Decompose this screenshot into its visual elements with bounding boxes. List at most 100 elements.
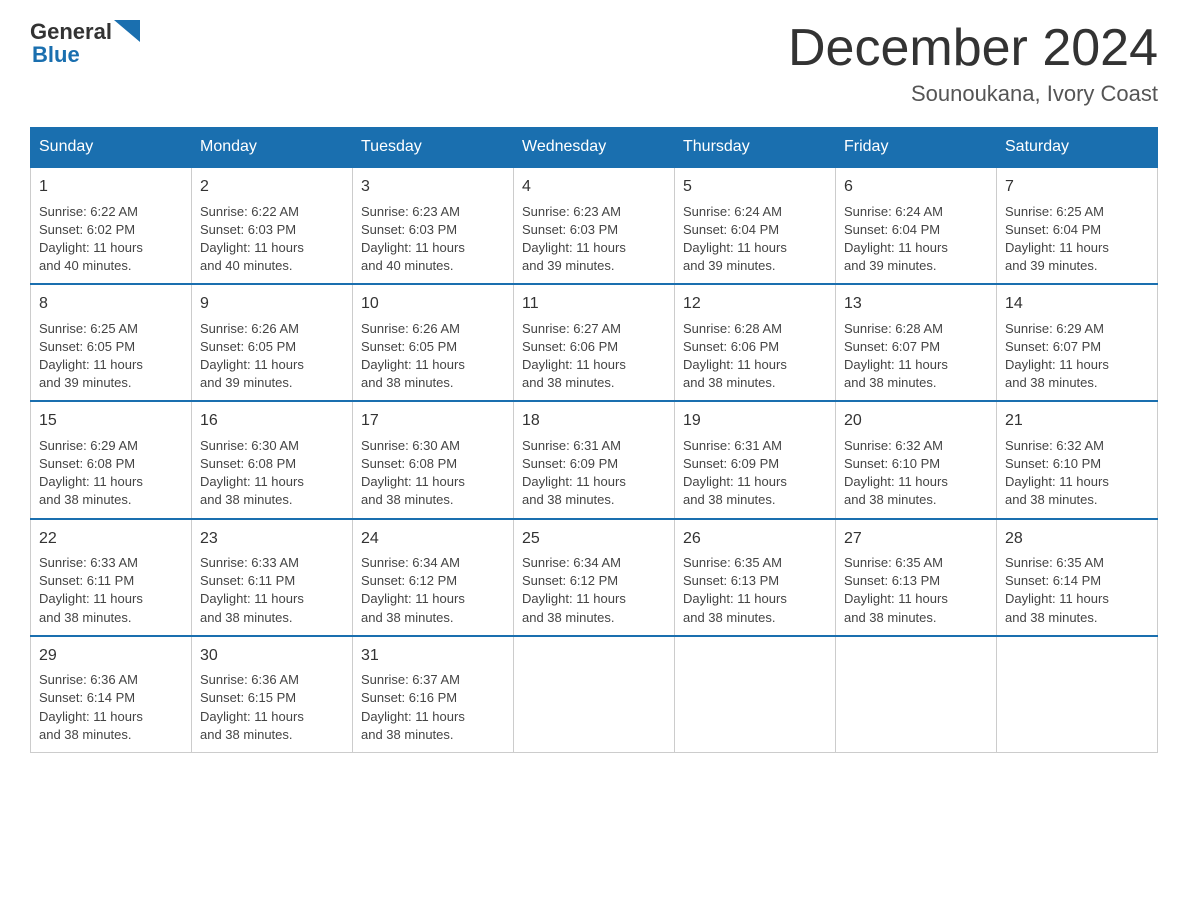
col-sunday: Sunday <box>31 128 192 168</box>
day-number: 17 <box>361 410 505 432</box>
calendar-header-row: Sunday Monday Tuesday Wednesday Thursday… <box>31 128 1158 168</box>
day-number: 4 <box>522 176 666 198</box>
day-number: 26 <box>683 528 827 550</box>
day-number: 8 <box>39 293 183 315</box>
table-row: 30 Sunrise: 6:36 AM Sunset: 6:15 PM Dayli… <box>192 636 353 753</box>
day-info: Sunrise: 6:22 AM Sunset: 6:02 PM Dayligh… <box>39 203 183 276</box>
day-info: Sunrise: 6:32 AM Sunset: 6:10 PM Dayligh… <box>1005 437 1149 510</box>
table-row: 4 Sunrise: 6:23 AM Sunset: 6:03 PM Daylig… <box>514 167 675 284</box>
day-info: Sunrise: 6:25 AM Sunset: 6:04 PM Dayligh… <box>1005 203 1149 276</box>
table-row: 6Sunrise: 6:24 AM Sunset: 6:04 PM Daylig… <box>836 167 997 284</box>
day-info: Sunrise: 6:26 AM Sunset: 6:05 PM Dayligh… <box>361 320 505 393</box>
day-info: Sunrise: 6:28 AM Sunset: 6:06 PM Dayligh… <box>683 320 827 393</box>
calendar-week-row: 29Sunrise: 6:36 AM Sunset: 6:14 PM Dayli… <box>31 636 1158 753</box>
title-block: December 2024 Sounoukana, Ivory Coast <box>788 20 1158 107</box>
day-info: Sunrise: 6:33 AM Sunset: 6:11 PM Dayligh… <box>200 554 344 627</box>
page-header: General Blue December 2024 Sounoukana, I… <box>30 20 1158 107</box>
day-number: 30 <box>200 645 344 667</box>
day-info: Sunrise: 6:23 AM Sunset: 6:03 PM Dayligh… <box>522 203 666 276</box>
day-number: 10 <box>361 293 505 315</box>
col-saturday: Saturday <box>997 128 1158 168</box>
day-number: 20 <box>844 410 988 432</box>
table-row <box>836 636 997 753</box>
table-row: 24 Sunrise: 6:34 AM Sunset: 6:12 PM Dayli… <box>353 519 514 636</box>
day-number: 9 <box>200 293 344 315</box>
table-row: 31Sunrise: 6:37 AM Sunset: 6:16 PM Dayli… <box>353 636 514 753</box>
day-info: Sunrise: 6:24 AM Sunset: 6:04 PM Dayligh… <box>683 203 827 276</box>
location: Sounoukana, Ivory Coast <box>788 81 1158 107</box>
calendar-week-row: 22 Sunrise: 6:33 AM Sunset: 6:11 PM Dayli… <box>31 519 1158 636</box>
col-thursday: Thursday <box>675 128 836 168</box>
table-row: 2Sunrise: 6:22 AM Sunset: 6:03 PM Daylig… <box>192 167 353 284</box>
day-info: Sunrise: 6:24 AM Sunset: 6:04 PM Dayligh… <box>844 203 988 276</box>
day-number: 21 <box>1005 410 1149 432</box>
day-info: Sunrise: 6:32 AM Sunset: 6:10 PM Dayligh… <box>844 437 988 510</box>
table-row: 27 Sunrise: 6:35 AM Sunset: 6:13 PM Dayli… <box>836 519 997 636</box>
day-info: Sunrise: 6:31 AM Sunset: 6:09 PM Dayligh… <box>683 437 827 510</box>
day-info: Sunrise: 6:29 AM Sunset: 6:07 PM Dayligh… <box>1005 320 1149 393</box>
day-info: Sunrise: 6:30 AM Sunset: 6:08 PM Dayligh… <box>200 437 344 510</box>
day-number: 7 <box>1005 176 1149 198</box>
table-row: 8Sunrise: 6:25 AM Sunset: 6:05 PM Daylig… <box>31 284 192 401</box>
table-row: 25 Sunrise: 6:34 AM Sunset: 6:12 PM Dayli… <box>514 519 675 636</box>
table-row: 18Sunrise: 6:31 AM Sunset: 6:09 PM Dayli… <box>514 401 675 518</box>
col-monday: Monday <box>192 128 353 168</box>
calendar-week-row: 1 Sunrise: 6:22 AM Sunset: 6:02 PM Daylig… <box>31 167 1158 284</box>
table-row: 11 Sunrise: 6:27 AM Sunset: 6:06 PM Dayli… <box>514 284 675 401</box>
logo-text-blue: Blue <box>32 44 140 66</box>
table-row: 3Sunrise: 6:23 AM Sunset: 6:03 PM Daylig… <box>353 167 514 284</box>
table-row <box>514 636 675 753</box>
table-row: 21 Sunrise: 6:32 AM Sunset: 6:10 PM Dayli… <box>997 401 1158 518</box>
day-number: 11 <box>522 293 666 315</box>
day-number: 27 <box>844 528 988 550</box>
day-info: Sunrise: 6:33 AM Sunset: 6:11 PM Dayligh… <box>39 554 183 627</box>
day-number: 1 <box>39 176 183 198</box>
day-info: Sunrise: 6:27 AM Sunset: 6:06 PM Dayligh… <box>522 320 666 393</box>
table-row: 16 Sunrise: 6:30 AM Sunset: 6:08 PM Dayli… <box>192 401 353 518</box>
day-info: Sunrise: 6:34 AM Sunset: 6:12 PM Dayligh… <box>522 554 666 627</box>
day-info: Sunrise: 6:35 AM Sunset: 6:13 PM Dayligh… <box>683 554 827 627</box>
day-number: 16 <box>200 410 344 432</box>
day-info: Sunrise: 6:30 AM Sunset: 6:08 PM Dayligh… <box>361 437 505 510</box>
col-tuesday: Tuesday <box>353 128 514 168</box>
month-title: December 2024 <box>788 20 1158 77</box>
col-wednesday: Wednesday <box>514 128 675 168</box>
table-row: 9 Sunrise: 6:26 AM Sunset: 6:05 PM Daylig… <box>192 284 353 401</box>
day-number: 31 <box>361 645 505 667</box>
day-info: Sunrise: 6:28 AM Sunset: 6:07 PM Dayligh… <box>844 320 988 393</box>
table-row: 28Sunrise: 6:35 AM Sunset: 6:14 PM Dayli… <box>997 519 1158 636</box>
table-row: 13 Sunrise: 6:28 AM Sunset: 6:07 PM Dayli… <box>836 284 997 401</box>
table-row: 7 Sunrise: 6:25 AM Sunset: 6:04 PM Daylig… <box>997 167 1158 284</box>
day-info: Sunrise: 6:26 AM Sunset: 6:05 PM Dayligh… <box>200 320 344 393</box>
day-number: 13 <box>844 293 988 315</box>
logo-triangle-icon <box>114 20 140 42</box>
day-number: 5 <box>683 176 827 198</box>
table-row: 19 Sunrise: 6:31 AM Sunset: 6:09 PM Dayli… <box>675 401 836 518</box>
table-row: 29Sunrise: 6:36 AM Sunset: 6:14 PM Dayli… <box>31 636 192 753</box>
day-info: Sunrise: 6:35 AM Sunset: 6:13 PM Dayligh… <box>844 554 988 627</box>
day-number: 24 <box>361 528 505 550</box>
table-row: 1 Sunrise: 6:22 AM Sunset: 6:02 PM Daylig… <box>31 167 192 284</box>
calendar-table: Sunday Monday Tuesday Wednesday Thursday… <box>30 127 1158 753</box>
table-row: 17 Sunrise: 6:30 AM Sunset: 6:08 PM Dayli… <box>353 401 514 518</box>
day-number: 15 <box>39 410 183 432</box>
day-info: Sunrise: 6:35 AM Sunset: 6:14 PM Dayligh… <box>1005 554 1149 627</box>
day-number: 22 <box>39 528 183 550</box>
day-number: 18 <box>522 410 666 432</box>
day-number: 19 <box>683 410 827 432</box>
table-row: 10 Sunrise: 6:26 AM Sunset: 6:05 PM Dayli… <box>353 284 514 401</box>
table-row: 5 Sunrise: 6:24 AM Sunset: 6:04 PM Daylig… <box>675 167 836 284</box>
day-number: 12 <box>683 293 827 315</box>
col-friday: Friday <box>836 128 997 168</box>
day-number: 25 <box>522 528 666 550</box>
table-row: 20 Sunrise: 6:32 AM Sunset: 6:10 PM Dayli… <box>836 401 997 518</box>
day-info: Sunrise: 6:34 AM Sunset: 6:12 PM Dayligh… <box>361 554 505 627</box>
logo-text-general: General <box>30 21 112 43</box>
calendar-week-row: 8Sunrise: 6:25 AM Sunset: 6:05 PM Daylig… <box>31 284 1158 401</box>
day-info: Sunrise: 6:36 AM Sunset: 6:15 PM Dayligh… <box>200 671 344 744</box>
day-info: Sunrise: 6:29 AM Sunset: 6:08 PM Dayligh… <box>39 437 183 510</box>
table-row <box>675 636 836 753</box>
day-info: Sunrise: 6:23 AM Sunset: 6:03 PM Dayligh… <box>361 203 505 276</box>
day-info: Sunrise: 6:36 AM Sunset: 6:14 PM Dayligh… <box>39 671 183 744</box>
table-row: 23Sunrise: 6:33 AM Sunset: 6:11 PM Dayli… <box>192 519 353 636</box>
